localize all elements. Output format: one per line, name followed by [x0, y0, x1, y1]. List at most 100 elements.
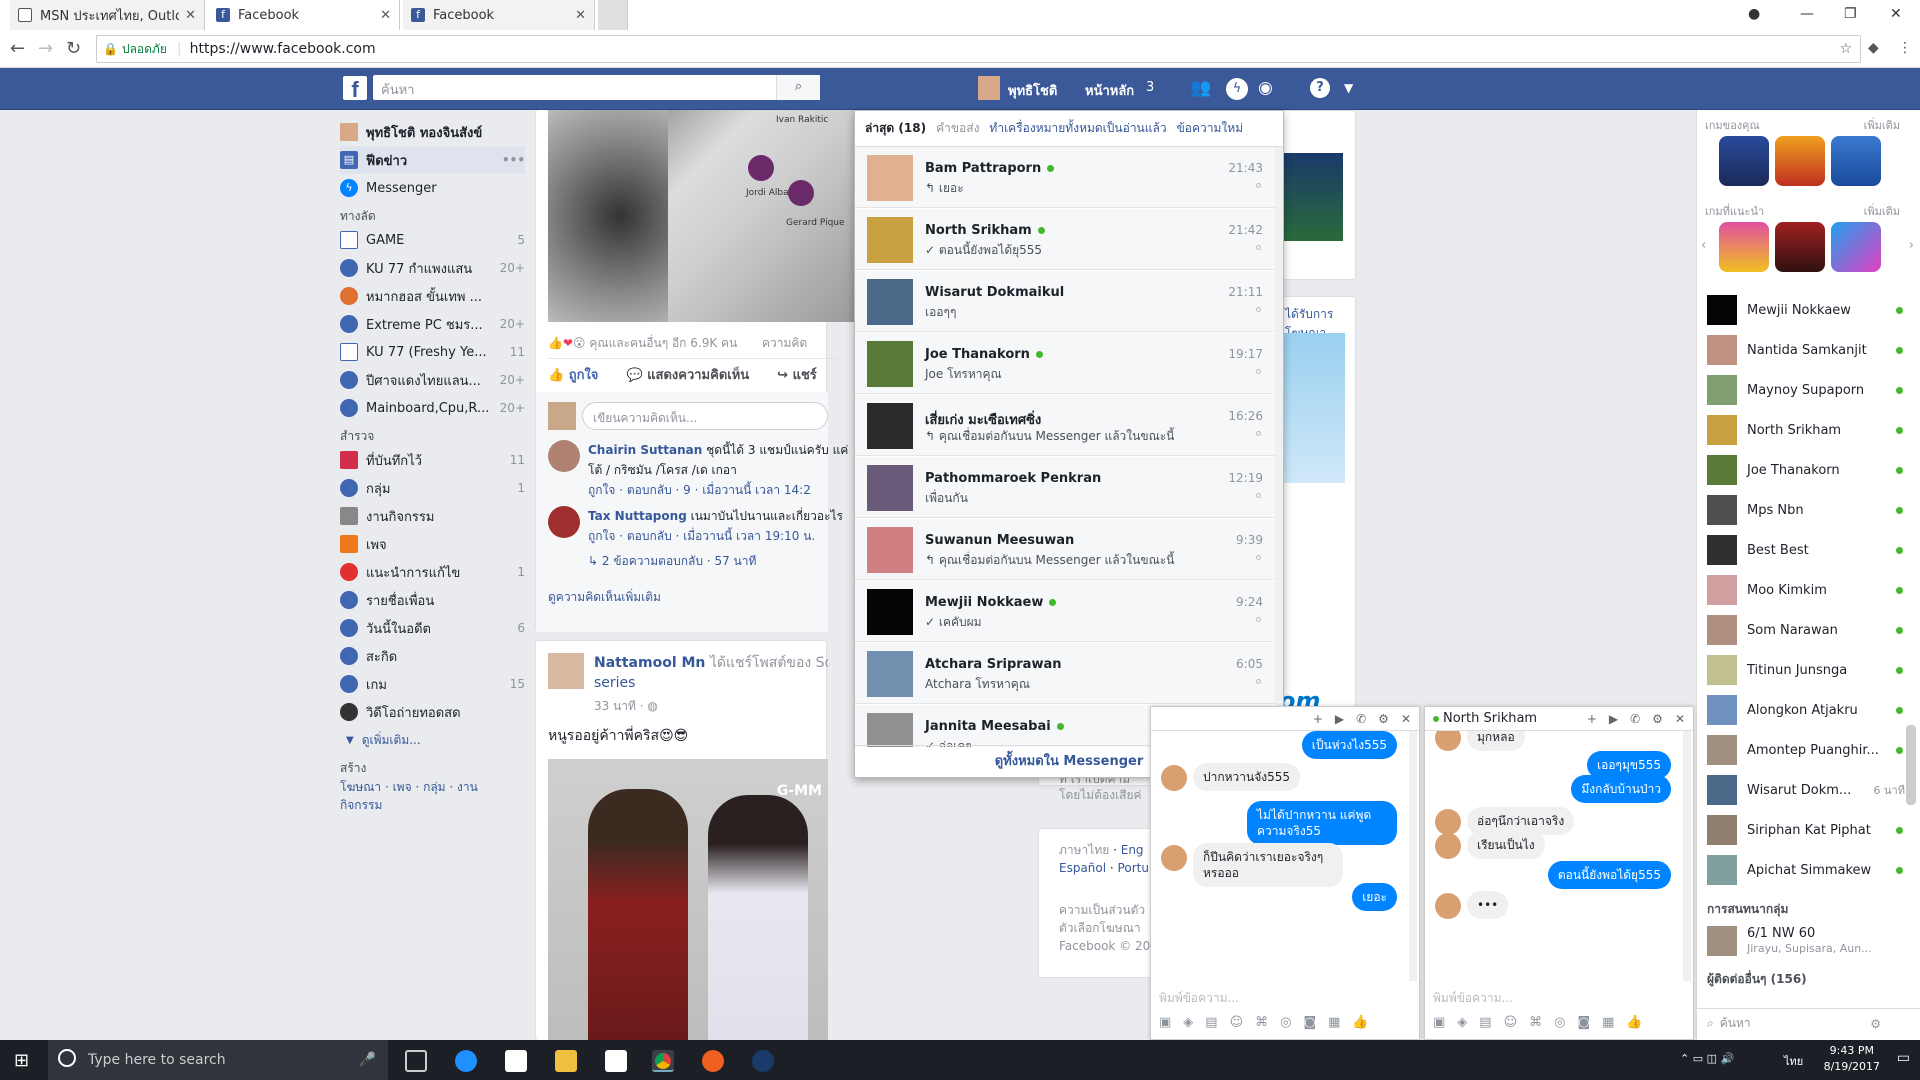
settings-icon[interactable]: ⚙	[1378, 712, 1389, 726]
chevron-right-icon[interactable]: ›	[1909, 238, 1914, 253]
create-links[interactable]: โฆษณา · เพจ · กลุ่ม · งาน กิจกรรม	[340, 778, 510, 814]
mark-read-dot[interactable]	[1256, 431, 1261, 436]
contact-item[interactable]: Moo Kimkim	[1697, 570, 1920, 610]
game-icon[interactable]: ◎	[1554, 1015, 1565, 1030]
chat-scrollbar[interactable]	[1409, 731, 1417, 981]
language-indicator[interactable]: ไทย	[1784, 1052, 1803, 1070]
url-field[interactable]: 🔒 ปลอดภัย | https://www.facebook.com ☆	[96, 35, 1861, 63]
settings-icon[interactable]: ⚙	[1870, 1017, 1881, 1031]
game-8-ball-icon[interactable]	[1831, 136, 1881, 186]
add-person-icon[interactable]: +	[1587, 712, 1597, 726]
nav-explore-item[interactable]: วันนี้ในอดีต 6	[340, 614, 525, 642]
forward-icon[interactable]: →	[38, 38, 53, 59]
phone-icon[interactable]: ✆	[1356, 712, 1366, 726]
contact-item[interactable]: Titinun Junsnga	[1697, 650, 1920, 690]
game-icon[interactable]	[1775, 222, 1825, 272]
more-options-icon[interactable]: •••	[502, 153, 525, 167]
friend-requests-icon[interactable]: 👥	[1190, 78, 1211, 98]
mark-read-dot[interactable]	[1256, 493, 1261, 498]
chat-message-input[interactable]: พิมพ์ข้อความ...	[1159, 989, 1239, 1008]
thumbs-up-icon[interactable]: 👍	[1352, 1015, 1368, 1030]
system-tray[interactable]: ⌃ ▭ ◫ 🔊	[1680, 1052, 1734, 1065]
back-icon[interactable]: ←	[10, 38, 25, 59]
ad-image[interactable]	[1279, 333, 1345, 483]
video-call-icon[interactable]: ▶	[1609, 712, 1618, 726]
add-person-icon[interactable]: +	[1313, 712, 1323, 726]
thumbs-up-icon[interactable]: 👍	[1626, 1015, 1642, 1030]
calendar-icon[interactable]: ▦	[1602, 1015, 1614, 1030]
sticker-icon[interactable]: ◈	[1457, 1015, 1467, 1030]
message-thread[interactable]: เสี่ยเก่ง มะเซือเทศซิ่ง ↰ คุณเชื่อมต่อกัน…	[855, 395, 1275, 456]
minimize-icon[interactable]: —	[1800, 6, 1814, 22]
contact-item[interactable]: Som Narawan	[1697, 610, 1920, 650]
game-thumbnail[interactable]	[1277, 153, 1343, 241]
mark-read-dot[interactable]	[1256, 679, 1261, 684]
notifications-globe-icon[interactable]: ◉	[1258, 78, 1273, 98]
dropdown-scrollbar[interactable]	[1275, 147, 1283, 747]
contact-item[interactable]: Amontep Puanghir...	[1697, 730, 1920, 770]
nav-shortcut-item[interactable]: หมากฮอส ขั้นเทพ ...	[340, 282, 525, 310]
contact-item[interactable]: Mewjii Nokkaew	[1697, 290, 1920, 330]
home-link[interactable]: หน้าหลัก	[1085, 80, 1134, 101]
mark-read-dot[interactable]	[1256, 245, 1261, 250]
windows-start-icon[interactable]: ⊞	[14, 1050, 29, 1071]
attach-icon[interactable]: ⌘	[1255, 1015, 1268, 1030]
close-tab-icon[interactable]: ✕	[380, 8, 391, 23]
mark-read-dot[interactable]	[1256, 307, 1261, 312]
see-more-link[interactable]: ▼ ดูเพิ่มเติม...	[340, 726, 525, 754]
chat-title[interactable]: North Srikham	[1443, 711, 1537, 726]
games-see-more[interactable]: เพิ่มเติม	[1864, 116, 1900, 134]
message-thread[interactable]: Bam Pattraporn ↰ เยอะ 21:43	[855, 147, 1275, 208]
mark-read-dot[interactable]	[1256, 183, 1261, 188]
nav-explore-item[interactable]: รายชื่อเพื่อน	[340, 586, 525, 614]
comment-input[interactable]: เขียนความคิดเห็น...	[582, 402, 828, 430]
mail-icon[interactable]	[605, 1050, 627, 1072]
contact-item[interactable]: Apichat Simmakew	[1697, 850, 1920, 890]
file-explorer-icon[interactable]	[555, 1050, 577, 1072]
app-icon[interactable]	[702, 1050, 724, 1072]
comment-author[interactable]: Tax Nuttapong	[588, 509, 687, 523]
post-image[interactable]: Ivan Rakitic Jordi Alba Gerard Pique	[548, 110, 858, 322]
gif-icon[interactable]: ▤	[1205, 1015, 1217, 1030]
nav-shortcut-item[interactable]: Mainboard,Cpu,R... 20+	[340, 394, 525, 422]
contact-item[interactable]: North Srikham	[1697, 410, 1920, 450]
nav-explore-item[interactable]: กลุ่ม 1	[340, 474, 525, 502]
avatar[interactable]	[548, 653, 584, 689]
message-thread[interactable]: Mewjii Nokkaew ✓ เคคับผม 9:24	[855, 581, 1275, 642]
more-comments-link[interactable]: ดูความคิดเห็นเพิ่มเติม	[548, 588, 661, 607]
video-call-icon[interactable]: ▶	[1335, 712, 1344, 726]
browser-tab-facebook-active[interactable]: f Facebook ✕	[208, 0, 400, 30]
chat-scrollbar[interactable]	[1683, 731, 1691, 981]
message-thread[interactable]: Joe Thanakorn Joe โทรหาคุณ 19:17	[855, 333, 1275, 394]
account-menu-icon[interactable]: ▼	[1344, 81, 1353, 95]
game-icon[interactable]	[1831, 222, 1881, 272]
contact-item[interactable]: Siriphan Kat Piphat	[1697, 810, 1920, 850]
new-tab-button[interactable]	[598, 0, 628, 30]
nav-shortcut-item[interactable]: ปีศาจแดงไทยแลน... 20+	[340, 366, 525, 394]
game-icon[interactable]	[1775, 136, 1825, 186]
nav-explore-item[interactable]: เพจ	[340, 530, 525, 558]
post-time[interactable]: 33 นาที	[594, 699, 636, 713]
contact-item[interactable]: Mps Nbn	[1697, 490, 1920, 530]
nav-shortcut-item[interactable]: GAME 5	[340, 226, 525, 254]
nav-explore-item[interactable]: แนะนำการแก้ไข 1	[340, 558, 525, 586]
browser-tab-facebook[interactable]: f Facebook ✕	[403, 0, 595, 30]
taskbar-search-input[interactable]: Type here to search 🎤	[48, 1040, 388, 1080]
chat-search-input[interactable]: ⌕ ค้นหา ⚙	[1697, 1008, 1920, 1038]
camera-icon[interactable]: ◙	[1304, 1015, 1317, 1030]
search-input[interactable]: ค้นหา	[373, 75, 818, 100]
post-author[interactable]: Nattamool Mn	[594, 655, 705, 671]
mark-all-read-link[interactable]: ทำเครื่องหมายทั้งหมดเป็นอ่านแล้ว	[989, 119, 1166, 138]
page-scrollbar[interactable]	[1906, 725, 1916, 805]
like-button[interactable]: 👍 ถูกใจ	[548, 364, 598, 385]
store-icon[interactable]	[505, 1050, 527, 1072]
close-icon[interactable]: ✕	[1675, 712, 1685, 726]
contact-item[interactable]: Joe Thanakorn	[1697, 450, 1920, 490]
edge-icon[interactable]	[455, 1050, 477, 1072]
browser-tab-msn[interactable]: MSN ประเทศไทย, Outlook ✕	[10, 0, 205, 30]
menu-icon[interactable]: ⋮	[1898, 40, 1912, 56]
comment-meta[interactable]: ถูกใจ · ตอบกลับ · เมื่อวานนี้ เวลา 19:10…	[588, 529, 815, 543]
new-message-link[interactable]: ข้อความใหม่	[1177, 119, 1244, 138]
nav-shortcut-item[interactable]: KU 77 กำแพงแสน 20+	[340, 254, 525, 282]
help-icon[interactable]: ?	[1310, 78, 1330, 98]
